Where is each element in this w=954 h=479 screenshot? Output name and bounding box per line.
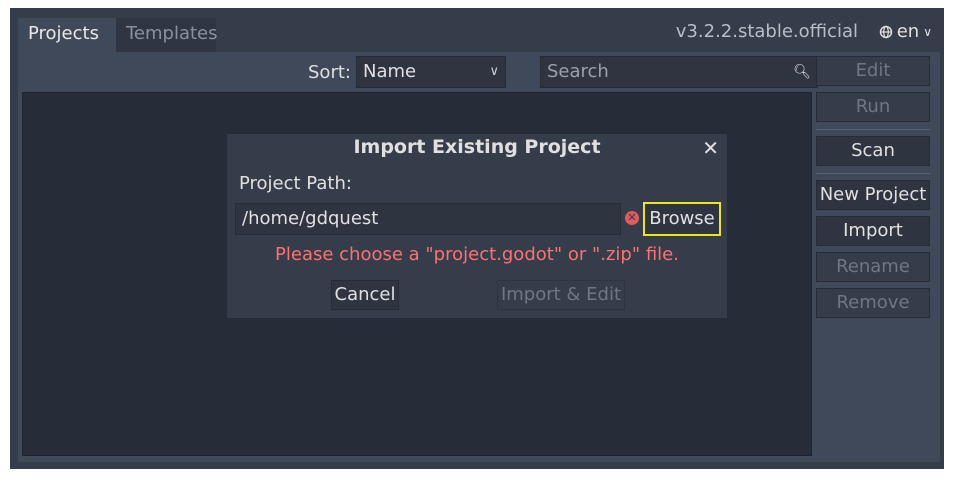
search-input[interactable]: Search 🔍︎ [540,56,818,88]
language-label: en [896,21,920,42]
sort-value: Name [363,61,417,82]
chevron-down-icon: ∨ [489,64,499,79]
import-project-dialog: Import Existing Project ✕ Project Path: … [226,133,728,319]
rename-button[interactable]: Rename [816,252,930,282]
version-label: v3.2.2.stable.official [675,21,858,42]
browse-button[interactable]: Browse [643,202,721,236]
search-icon: 🔍︎ [793,64,811,80]
sidebar-divider [816,173,930,174]
project-path-label: Project Path: [239,173,352,194]
cancel-button[interactable]: Cancel [331,280,399,310]
import-edit-button[interactable]: Import & Edit [497,280,625,310]
language-selector[interactable]: en ∨ [879,21,932,42]
tab-projects[interactable]: Projects [18,18,116,52]
sort-dropdown[interactable]: Name ∨ [356,56,506,88]
chevron-down-icon: ∨ [923,24,932,39]
close-icon[interactable]: ✕ [702,136,719,160]
scan-button[interactable]: Scan [816,136,930,166]
sidebar-divider [816,129,930,130]
error-icon: ✕ [625,211,639,225]
error-message: Please choose a "project.godot" or ".zip… [275,244,679,265]
run-button[interactable]: Run [816,92,930,122]
globe-icon [879,25,892,38]
edit-button[interactable]: Edit [816,56,930,86]
remove-button[interactable]: Remove [816,288,930,318]
tab-templates[interactable]: Templates [116,18,218,52]
new-project-button[interactable]: New Project [816,180,930,210]
search-placeholder: Search [547,61,609,82]
import-button[interactable]: Import [816,216,930,246]
dialog-title: Import Existing Project [353,136,601,158]
sort-label: Sort: [308,62,351,83]
project-path-input[interactable]: /home/gdquest [235,203,621,235]
